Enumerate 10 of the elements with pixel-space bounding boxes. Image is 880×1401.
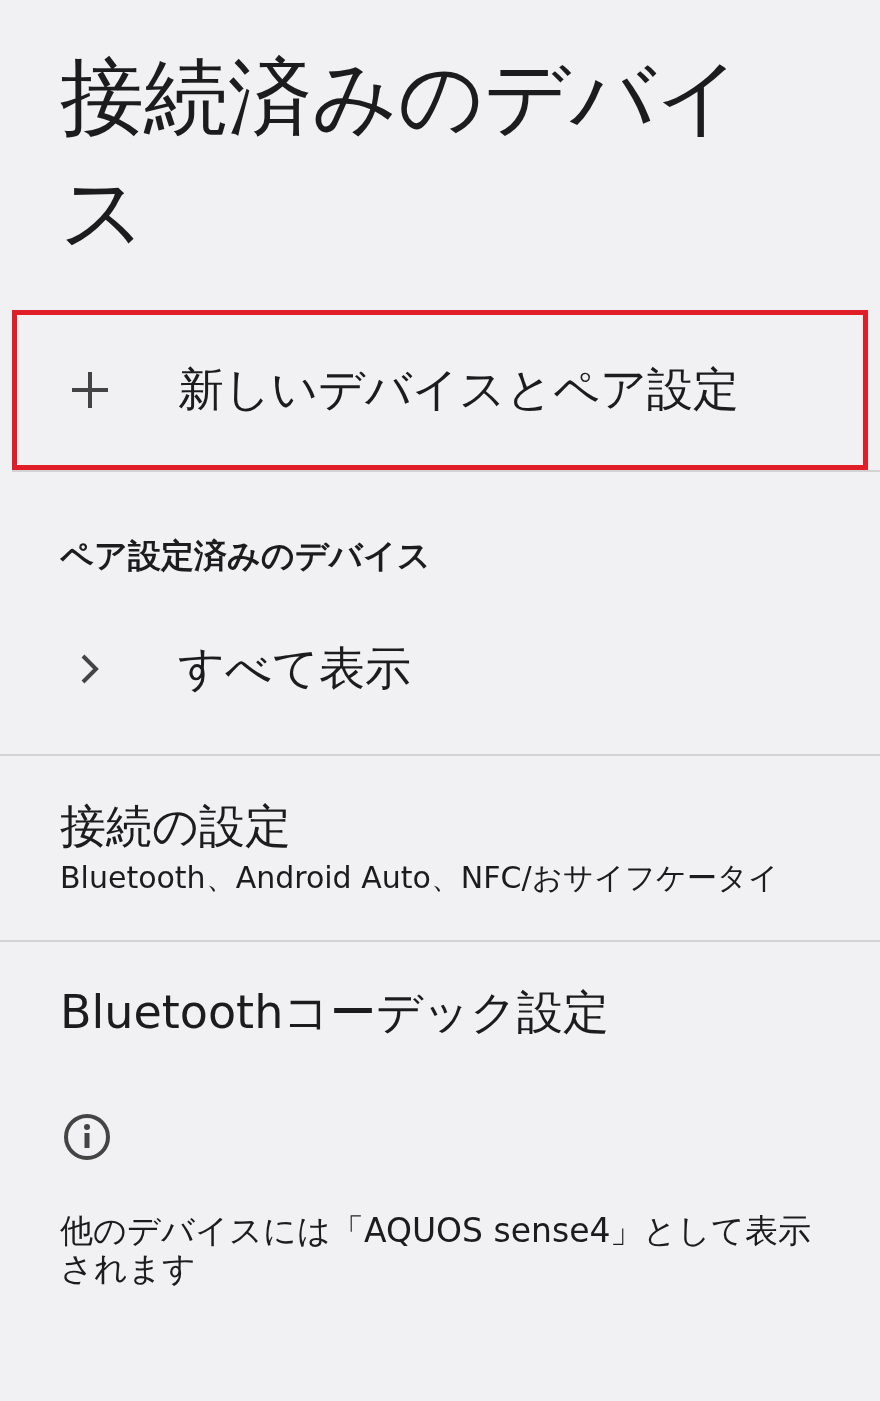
pair-new-device-item[interactable]: 新しいデバイスとペア設定 [12, 310, 868, 470]
chevron-icon [80, 653, 100, 685]
see-all-item[interactable]: すべて表示 [0, 584, 880, 754]
section-header: ペア設定済みのデバイス [59, 535, 432, 577]
settings-item[interactable]: 接続の設定 Bluetooth、Android Auto、NFC/おサイフケータイ [0, 756, 880, 940]
settings-item[interactable]: Bluetoothコーデック設定 [0, 942, 880, 1082]
info-icon [62, 1112, 112, 1162]
device-name-note: 他のデバイスには「AQUOS sense4」として表示されます [60, 1212, 813, 1288]
plus-icon [70, 370, 110, 410]
page-title: 接続済みのデバイス [59, 47, 743, 263]
